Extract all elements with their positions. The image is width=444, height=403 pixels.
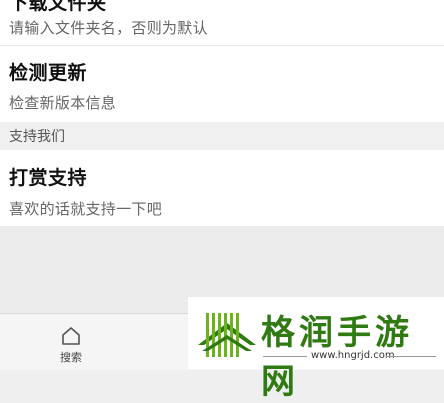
item-title: 下载文件夹 bbox=[9, 0, 107, 14]
watermark-rule bbox=[263, 356, 307, 357]
watermark-url: www.hngrjd.com bbox=[311, 350, 395, 361]
settings-item-download-folder[interactable]: 下载文件夹 请输入文件夹名，否则为默认 bbox=[0, 0, 444, 45]
nav-search-label: 搜索 bbox=[60, 351, 82, 364]
home-icon bbox=[62, 327, 80, 345]
item-title: 检测更新 bbox=[9, 62, 88, 84]
watermark: 格润手游网 www.hngrjd.com bbox=[188, 297, 444, 402]
item-title: 打赏支持 bbox=[9, 167, 88, 189]
watermark-logo-icon bbox=[198, 313, 256, 357]
section-header-support: 支持我们 bbox=[0, 122, 444, 150]
item-subtitle: 检查新版本信息 bbox=[9, 94, 117, 112]
settings-item-donate[interactable]: 打赏支持 喜欢的话就支持一下吧 bbox=[0, 150, 444, 226]
item-subtitle: 喜欢的话就支持一下吧 bbox=[9, 200, 163, 218]
settings-item-check-update[interactable]: 检测更新 检查新版本信息 bbox=[0, 46, 444, 122]
nav-search-tab[interactable]: 搜索 bbox=[50, 322, 92, 366]
item-subtitle: 请输入文件夹名，否则为默认 bbox=[9, 19, 208, 37]
watermark-rule bbox=[386, 356, 436, 357]
section-header-label: 支持我们 bbox=[9, 129, 65, 145]
